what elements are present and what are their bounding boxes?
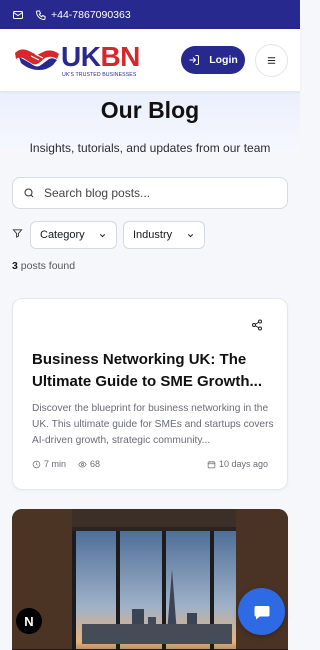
mail-icon[interactable]: [12, 9, 24, 21]
hamburger-icon: [267, 56, 276, 64]
results-number: 3: [12, 260, 18, 272]
post-excerpt: Discover the blueprint for business netw…: [32, 403, 274, 446]
login-button[interactable]: Login: [181, 46, 245, 74]
post-meta: 7 min 68 10 days ago: [32, 459, 268, 469]
industry-label: Industry: [133, 229, 173, 241]
logo-wordmark: UKBN: [61, 40, 140, 72]
category-select[interactable]: Category: [30, 221, 117, 249]
top-contact-bar: +44-7867090363: [0, 0, 300, 29]
chat-bubble-icon: [254, 605, 269, 619]
chevron-down-icon: [99, 233, 106, 237]
view-count: 68: [78, 459, 100, 469]
chat-button[interactable]: [238, 588, 285, 635]
login-label: Login: [209, 54, 238, 66]
site-header: UKBN UK'S TRUSTED BUSINESSES Login: [0, 29, 300, 91]
phone-icon: [35, 9, 47, 21]
post-date: 10 days ago: [207, 459, 268, 469]
clock-icon: [32, 460, 41, 468]
eye-icon: [78, 460, 87, 468]
blog-post-card[interactable]: Business Networking UK: The Ultimate Gui…: [12, 298, 288, 490]
chevron-down-icon: [187, 233, 194, 237]
login-icon: [189, 55, 200, 65]
search-box[interactable]: [12, 177, 288, 209]
post-title[interactable]: Business Networking UK: The Ultimate Gui…: [32, 349, 272, 393]
logo-tagline: UK'S TRUSTED BUSINESSES: [62, 71, 137, 78]
next-dev-badge[interactable]: N: [16, 608, 42, 634]
industry-select[interactable]: Industry: [123, 221, 205, 249]
page-subtitle: Insights, tutorials, and updates from ou…: [29, 141, 271, 155]
results-count: 3 posts found: [12, 260, 75, 272]
results-label: posts found: [20, 260, 76, 272]
phone-number[interactable]: +44-7867090363: [51, 9, 131, 21]
page-title: Our Blog: [100, 97, 200, 123]
search-input[interactable]: [44, 186, 264, 200]
category-label: Category: [40, 229, 85, 241]
read-time: 7 min: [32, 459, 66, 469]
calendar-icon: [207, 460, 216, 468]
filter-icon: [12, 226, 23, 244]
handshake-logo-icon: [15, 48, 59, 70]
menu-button[interactable]: [255, 43, 288, 77]
search-icon: [24, 188, 34, 198]
filter-bar: Category Industry: [12, 221, 205, 249]
share-icon[interactable]: [251, 318, 263, 331]
blog-hero: Our Blog Insights, tutorials, and update…: [0, 91, 300, 155]
logo[interactable]: UKBN UK'S TRUSTED BUSINESSES: [13, 40, 140, 78]
